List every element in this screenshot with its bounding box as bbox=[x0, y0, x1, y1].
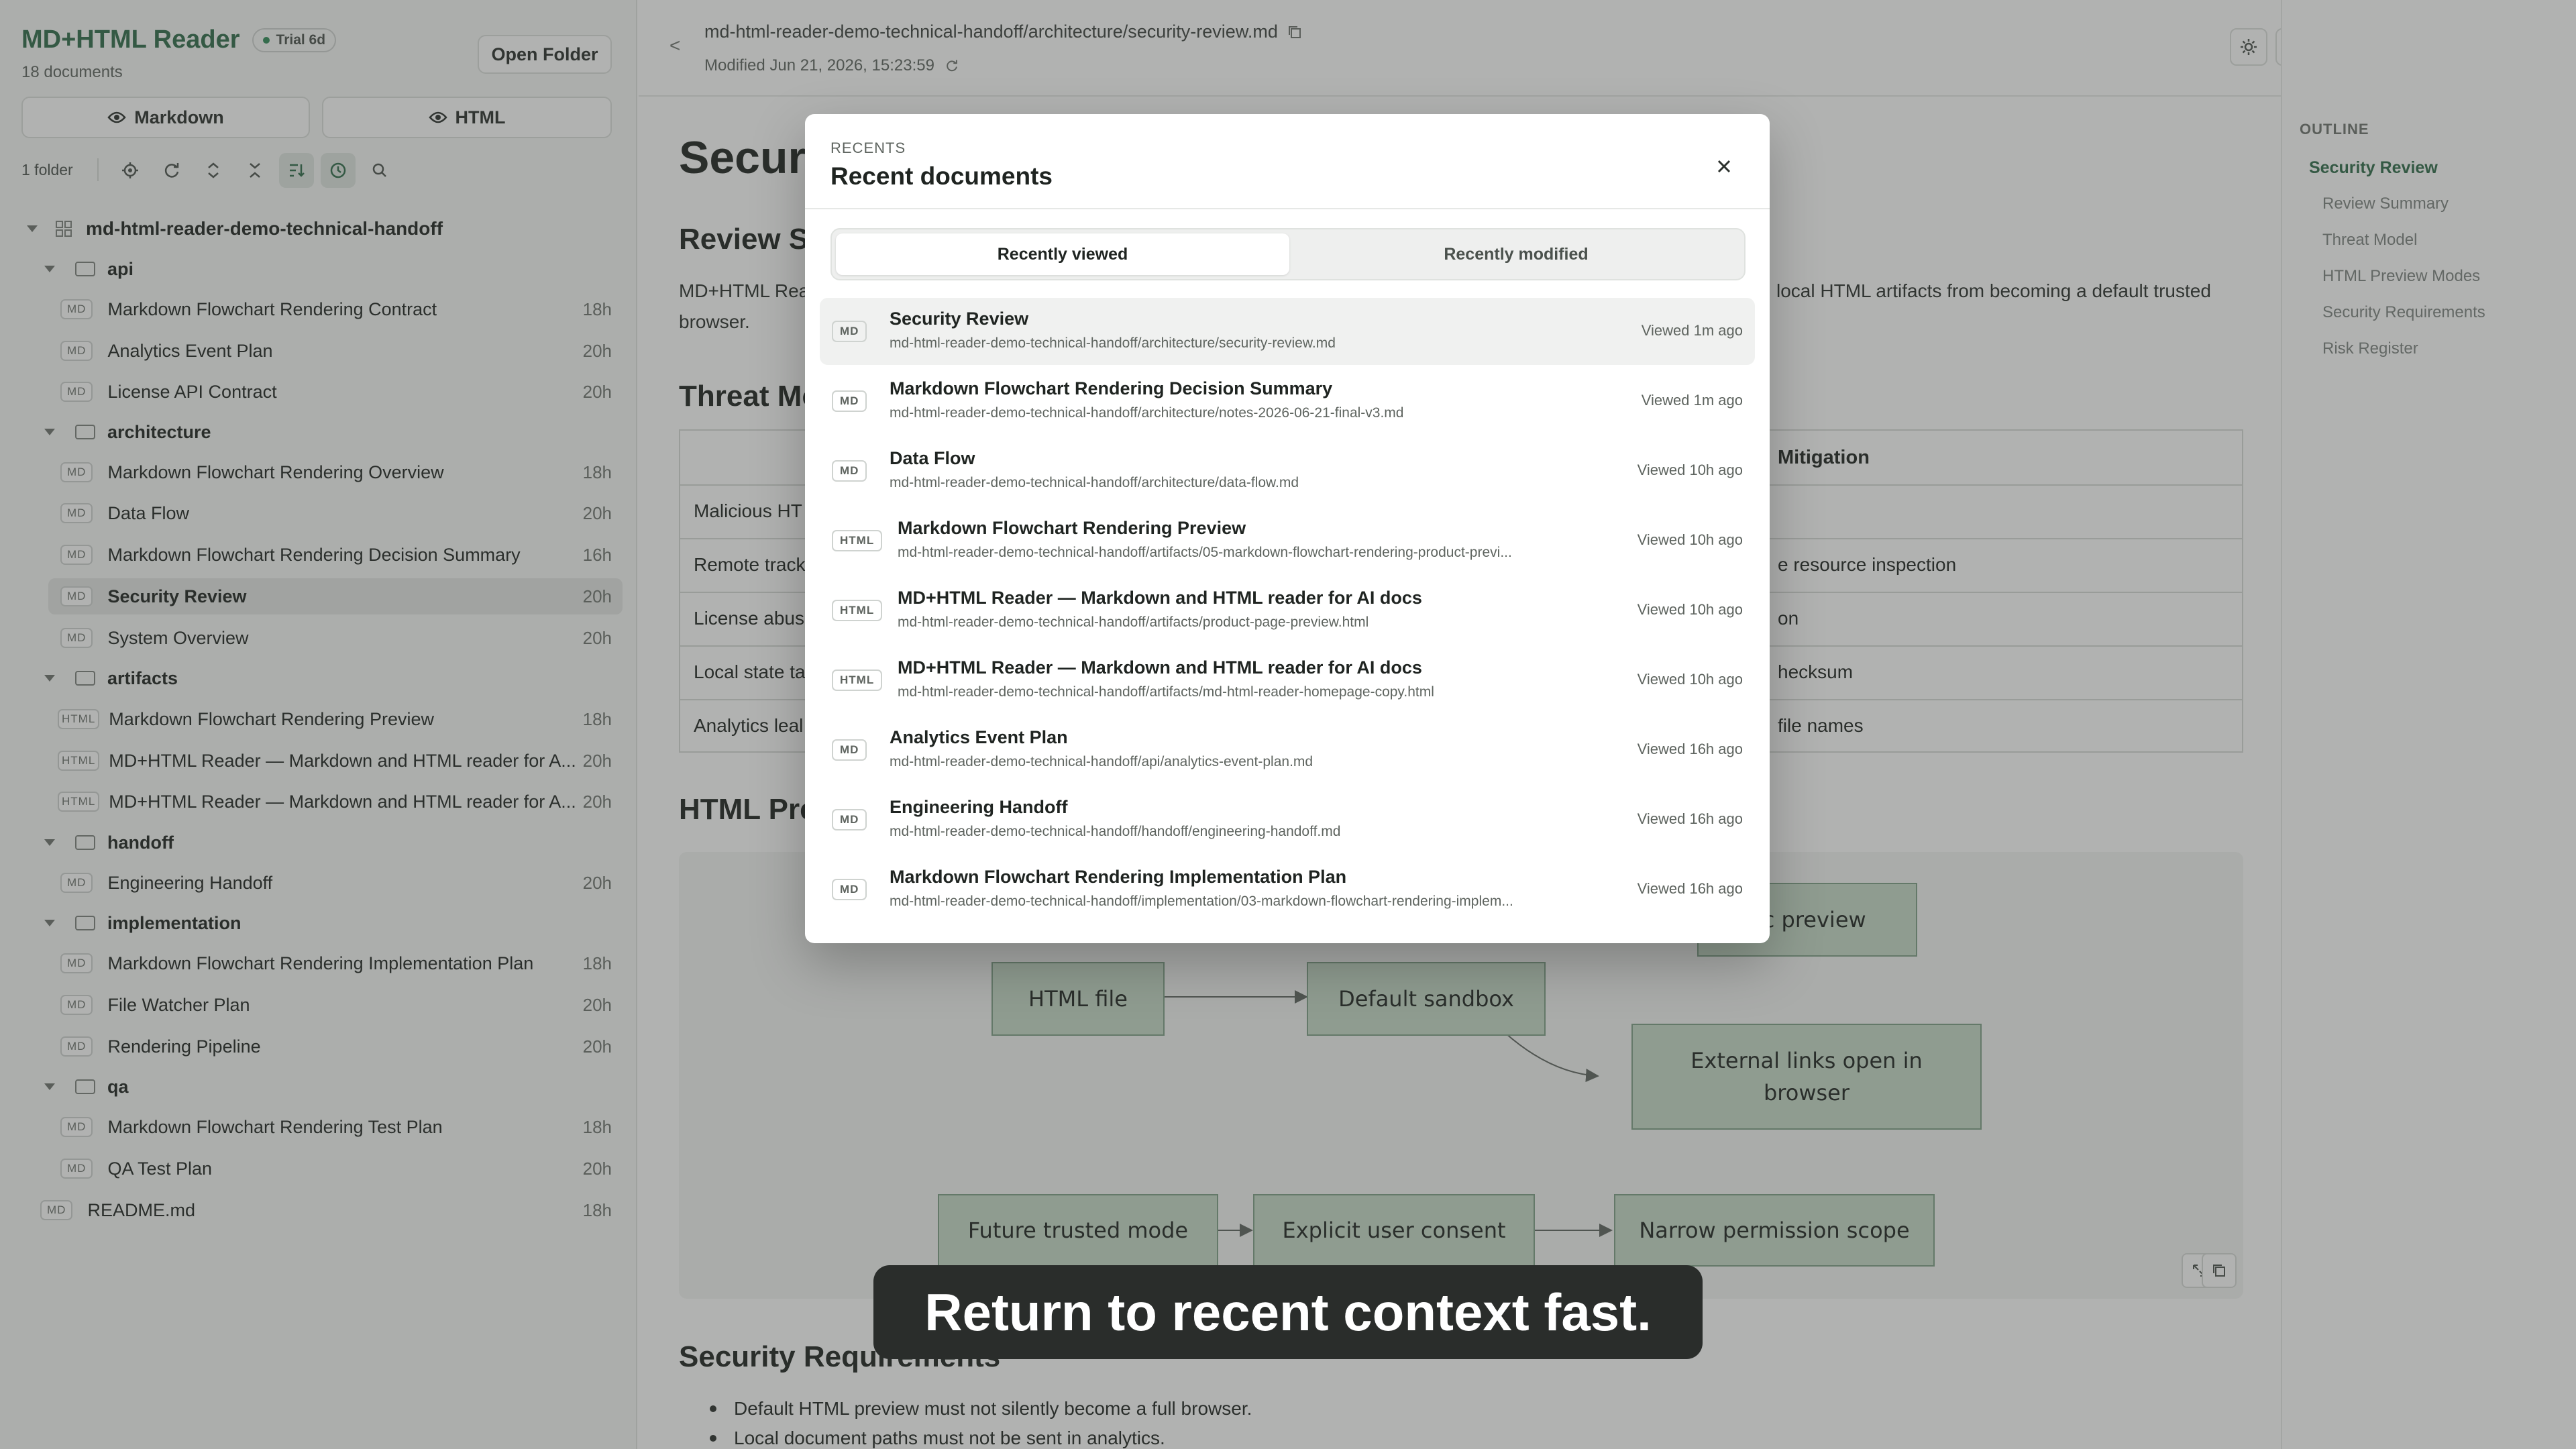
file-type-badge: MD bbox=[832, 739, 867, 761]
recent-item-path: md-html-reader-demo-technical-handoff/ar… bbox=[898, 545, 1512, 560]
recent-item-time: Viewed 1m ago bbox=[1641, 322, 1743, 339]
recent-item-path: md-html-reader-demo-technical-handoff/ar… bbox=[890, 475, 1299, 490]
tab-recently-modified[interactable]: Recently modified bbox=[1289, 233, 1743, 275]
recent-item-title: Data Flow bbox=[890, 448, 975, 468]
file-type-badge: MD bbox=[832, 460, 867, 482]
recent-item[interactable]: MD Engineering Handoff md-html-reader-de… bbox=[820, 786, 1755, 853]
caption-banner: Return to recent context fast. bbox=[873, 1265, 1703, 1359]
file-type-badge: MD bbox=[832, 879, 867, 900]
recent-item-title: MD+HTML Reader — Markdown and HTML reade… bbox=[898, 588, 1422, 608]
modal-eyebrow: RECENTS bbox=[830, 140, 906, 156]
recent-item[interactable]: MD Analytics Event Plan md-html-reader-d… bbox=[820, 716, 1755, 784]
recent-item-path: md-html-reader-demo-technical-handoff/ar… bbox=[898, 684, 1434, 700]
recent-item-title: Security Review bbox=[890, 309, 1029, 329]
recent-item[interactable]: MD Markdown Flowchart Rendering Decision… bbox=[820, 368, 1755, 435]
recent-item-time: Viewed 16h ago bbox=[1637, 880, 1743, 897]
close-icon[interactable] bbox=[1705, 148, 1743, 185]
recent-item-time: Viewed 10h ago bbox=[1637, 671, 1743, 688]
recent-item-title: Engineering Handoff bbox=[890, 797, 1068, 817]
recent-item[interactable]: MD Security Review md-html-reader-demo-t… bbox=[820, 298, 1755, 365]
recent-item[interactable]: MD Data Flow md-html-reader-demo-technic… bbox=[820, 437, 1755, 504]
recent-item-title: Analytics Event Plan bbox=[890, 727, 1068, 747]
file-type-badge: MD bbox=[832, 809, 867, 830]
recent-item-time: Viewed 10h ago bbox=[1637, 531, 1743, 548]
recent-item-path: md-html-reader-demo-technical-handoff/ar… bbox=[898, 614, 1369, 630]
recents-modal: RECENTS Recent documents Recently viewed… bbox=[805, 114, 1770, 943]
recent-item-path: md-html-reader-demo-technical-handoff/ar… bbox=[890, 335, 1336, 351]
recent-item[interactable]: HTML MD+HTML Reader — Markdown and HTML … bbox=[820, 577, 1755, 644]
recent-item-title: Markdown Flowchart Rendering Decision Su… bbox=[890, 378, 1333, 398]
recent-item[interactable]: HTML Markdown Flowchart Rendering Previe… bbox=[820, 507, 1755, 574]
recent-item-time: Viewed 16h ago bbox=[1637, 810, 1743, 827]
modal-divider bbox=[805, 208, 1770, 209]
recent-item-time: Viewed 1m ago bbox=[1641, 392, 1743, 409]
modal-title: Recent documents bbox=[830, 162, 1053, 190]
recent-item-path: md-html-reader-demo-technical-handoff/ar… bbox=[890, 405, 1404, 421]
recent-item[interactable]: HTML MD+HTML Reader — Markdown and HTML … bbox=[820, 647, 1755, 714]
recent-item-title: Markdown Flowchart Rendering Implementat… bbox=[890, 867, 1347, 887]
tab-recently-viewed[interactable]: Recently viewed bbox=[836, 233, 1289, 275]
recent-item-title: Markdown Flowchart Rendering Preview bbox=[898, 518, 1246, 538]
recent-item-path: md-html-reader-demo-technical-handoff/ap… bbox=[890, 754, 1313, 769]
recent-item-time: Viewed 10h ago bbox=[1637, 601, 1743, 618]
file-type-badge: MD bbox=[832, 321, 867, 342]
recents-tab-bar: Recently viewed Recently modified bbox=[830, 228, 1746, 280]
recent-item-path: md-html-reader-demo-technical-handoff/ha… bbox=[890, 824, 1341, 839]
recent-item[interactable]: MD Markdown Flowchart Rendering Implemen… bbox=[820, 856, 1755, 923]
recent-item-time: Viewed 16h ago bbox=[1637, 741, 1743, 757]
file-type-badge: HTML bbox=[832, 600, 883, 621]
file-type-badge: MD bbox=[832, 390, 867, 412]
file-type-badge: HTML bbox=[832, 530, 883, 551]
file-type-badge: HTML bbox=[832, 669, 883, 691]
recent-item-time: Viewed 10h ago bbox=[1637, 462, 1743, 478]
recent-item-title: MD+HTML Reader — Markdown and HTML reade… bbox=[898, 657, 1422, 678]
recent-item-path: md-html-reader-demo-technical-handoff/im… bbox=[890, 894, 1513, 909]
